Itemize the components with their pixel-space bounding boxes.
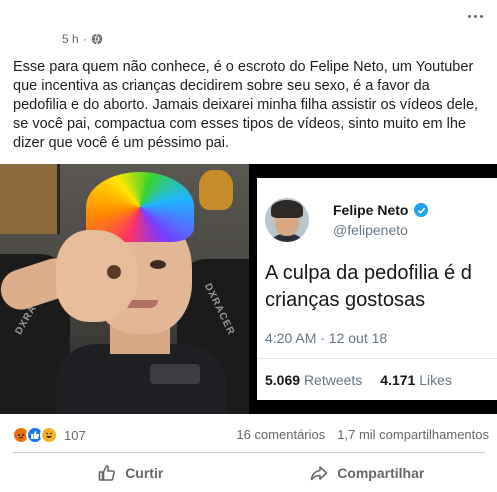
tweet-screenshot[interactable]: Felipe Neto @felipeneto A culpa da pedof… — [251, 164, 497, 414]
photo[interactable]: DXRACER DXRACER — [0, 164, 249, 414]
thumbs-up-icon — [98, 465, 116, 481]
figurine — [199, 170, 233, 210]
post-timestamp[interactable]: 5 h — [62, 32, 79, 46]
post-meta: 5 h · — [62, 32, 103, 46]
share-button[interactable]: Compartilhar — [249, 456, 486, 490]
like-button-label: Curtir — [125, 465, 164, 481]
share-arrow-icon — [310, 466, 328, 481]
like-button[interactable]: Curtir — [12, 456, 249, 490]
reaction-count: 107 — [64, 427, 86, 443]
person-hand — [56, 230, 138, 322]
tweet-divider — [257, 358, 497, 359]
wall-poster — [0, 164, 60, 234]
tweet-stats: 5.069 Retweets 4.171 Likes — [265, 372, 452, 388]
tweet-likes: 4.171 Likes — [380, 372, 452, 388]
more-options-button[interactable] — [465, 8, 485, 24]
more-dot-icon — [479, 14, 483, 18]
post-text: Esse para quem não conhece, é o escroto … — [13, 59, 479, 151]
tweet-body: A culpa da pedofilia é d crianças gostos… — [265, 260, 497, 314]
shares-count[interactable]: 1,7 mil compartilhamentos — [337, 427, 489, 442]
post-header: 5 h · — [0, 0, 497, 50]
tweet-author: Felipe Neto — [333, 202, 429, 218]
ok-sign-eye — [104, 262, 124, 282]
tweet-timestamp: 4:20 AM · 12 out 18 — [265, 330, 388, 346]
more-dot-icon — [473, 14, 477, 18]
comments-count[interactable]: 16 comentários — [236, 427, 325, 442]
tweet-body-line: A culpa da pedofilia é d — [265, 262, 472, 284]
shirt-print — [150, 364, 200, 384]
post-actions: Curtir Compartilhar — [12, 456, 485, 490]
tweet-retweets: 5.069 Retweets — [265, 372, 363, 388]
verified-badge-icon — [414, 203, 429, 217]
more-dot-icon — [467, 14, 471, 18]
person-shirt — [56, 344, 226, 414]
post-media[interactable]: DXRACER DXRACER Felipe Neto @felipeneto … — [0, 164, 497, 414]
reactions-summary[interactable]: 107 — [12, 426, 86, 444]
divider — [12, 452, 485, 453]
avatar — [265, 198, 309, 242]
tweet-card: Felipe Neto @felipeneto A culpa da pedof… — [257, 178, 497, 400]
tweet-author-name: Felipe Neto — [333, 202, 409, 218]
tweet-body-line: crianças gostosas — [265, 289, 426, 311]
globe-icon[interactable] — [91, 33, 103, 45]
share-button-label: Compartilhar — [337, 465, 425, 481]
engagement-summary: 16 comentários 1,7 mil compartilhamentos — [236, 427, 489, 442]
tweet-handle: @felipeneto — [333, 222, 408, 238]
haha-icon — [40, 426, 58, 444]
person-eye — [150, 260, 166, 269]
